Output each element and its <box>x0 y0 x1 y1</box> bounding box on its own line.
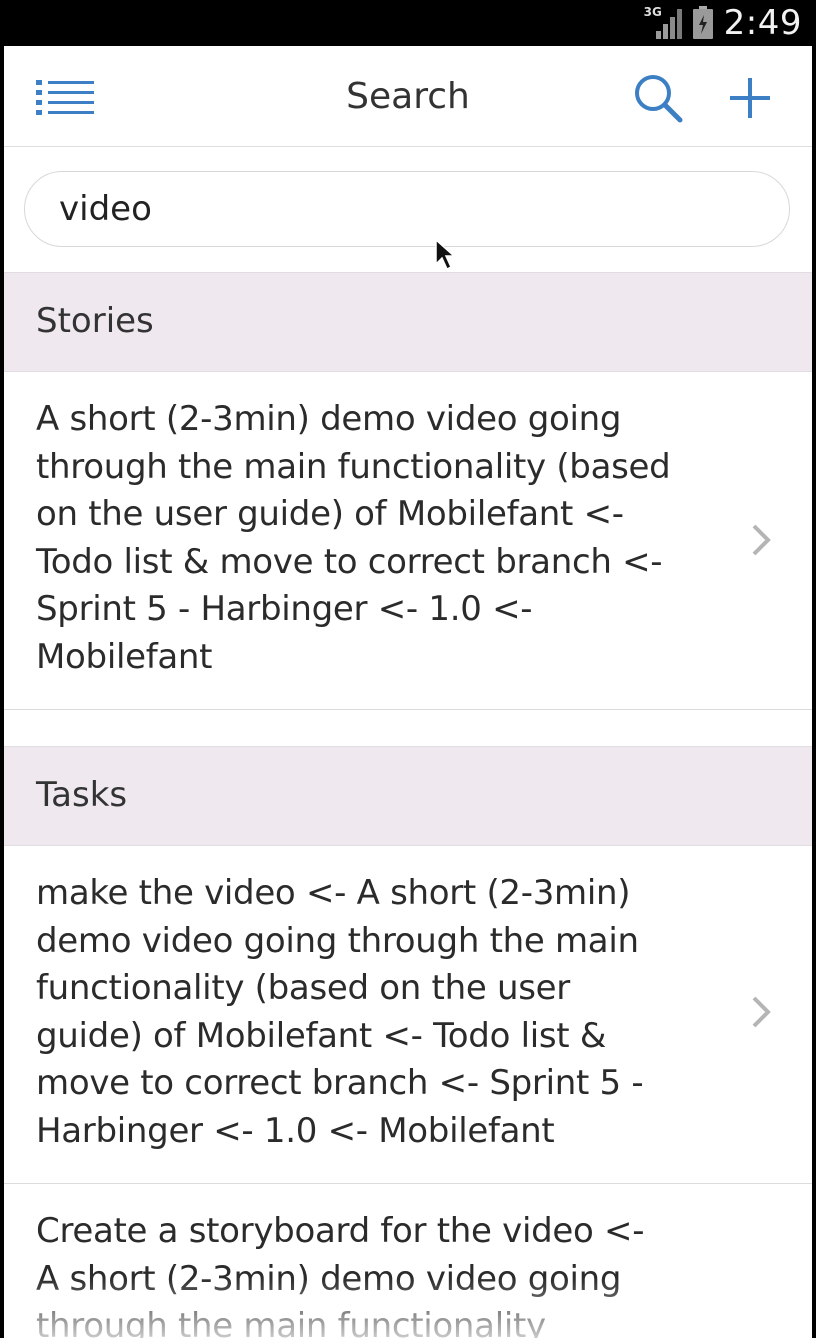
story-result-text: A short (2-3min) demo video going throug… <box>36 399 671 677</box>
task-result-item[interactable]: Create a storyboard for the video <- A s… <box>4 1184 812 1338</box>
task-result-text: Create a storyboard for the video <- A s… <box>36 1211 645 1338</box>
section-title-tasks: Tasks <box>36 775 128 815</box>
search-bar <box>4 147 812 271</box>
task-result-item[interactable]: make the video <- A short (2-3min) demo … <box>4 846 812 1184</box>
search-button[interactable] <box>632 72 684 124</box>
section-title-stories: Stories <box>36 301 154 341</box>
section-header-tasks: Tasks <box>4 746 812 846</box>
app-screen: Search Stories A short (2-3min) demo vid… <box>4 46 812 1338</box>
chevron-right-icon <box>752 524 771 556</box>
mouse-cursor-icon <box>435 238 456 271</box>
signal-bars-icon <box>655 9 682 39</box>
plus-icon <box>730 78 770 118</box>
task-result-text: make the video <- A short (2-3min) demo … <box>36 873 644 1151</box>
search-input[interactable] <box>24 171 790 247</box>
story-result-item[interactable]: A short (2-3min) demo video going throug… <box>4 372 812 710</box>
status-bar: 3G 2:49 <box>0 0 816 46</box>
status-clock: 2:49 <box>723 3 802 43</box>
battery-icon <box>692 6 713 39</box>
status-indicators: 3G 2:49 <box>644 0 802 46</box>
signal-indicator: 3G <box>644 3 682 43</box>
section-header-stories: Stories <box>4 272 812 372</box>
add-button[interactable] <box>724 72 776 124</box>
app-bar: Search <box>4 46 812 147</box>
chevron-right-icon <box>752 996 771 1028</box>
search-icon <box>635 75 683 123</box>
page-title: Search <box>346 76 470 117</box>
section-spacer <box>4 710 812 746</box>
